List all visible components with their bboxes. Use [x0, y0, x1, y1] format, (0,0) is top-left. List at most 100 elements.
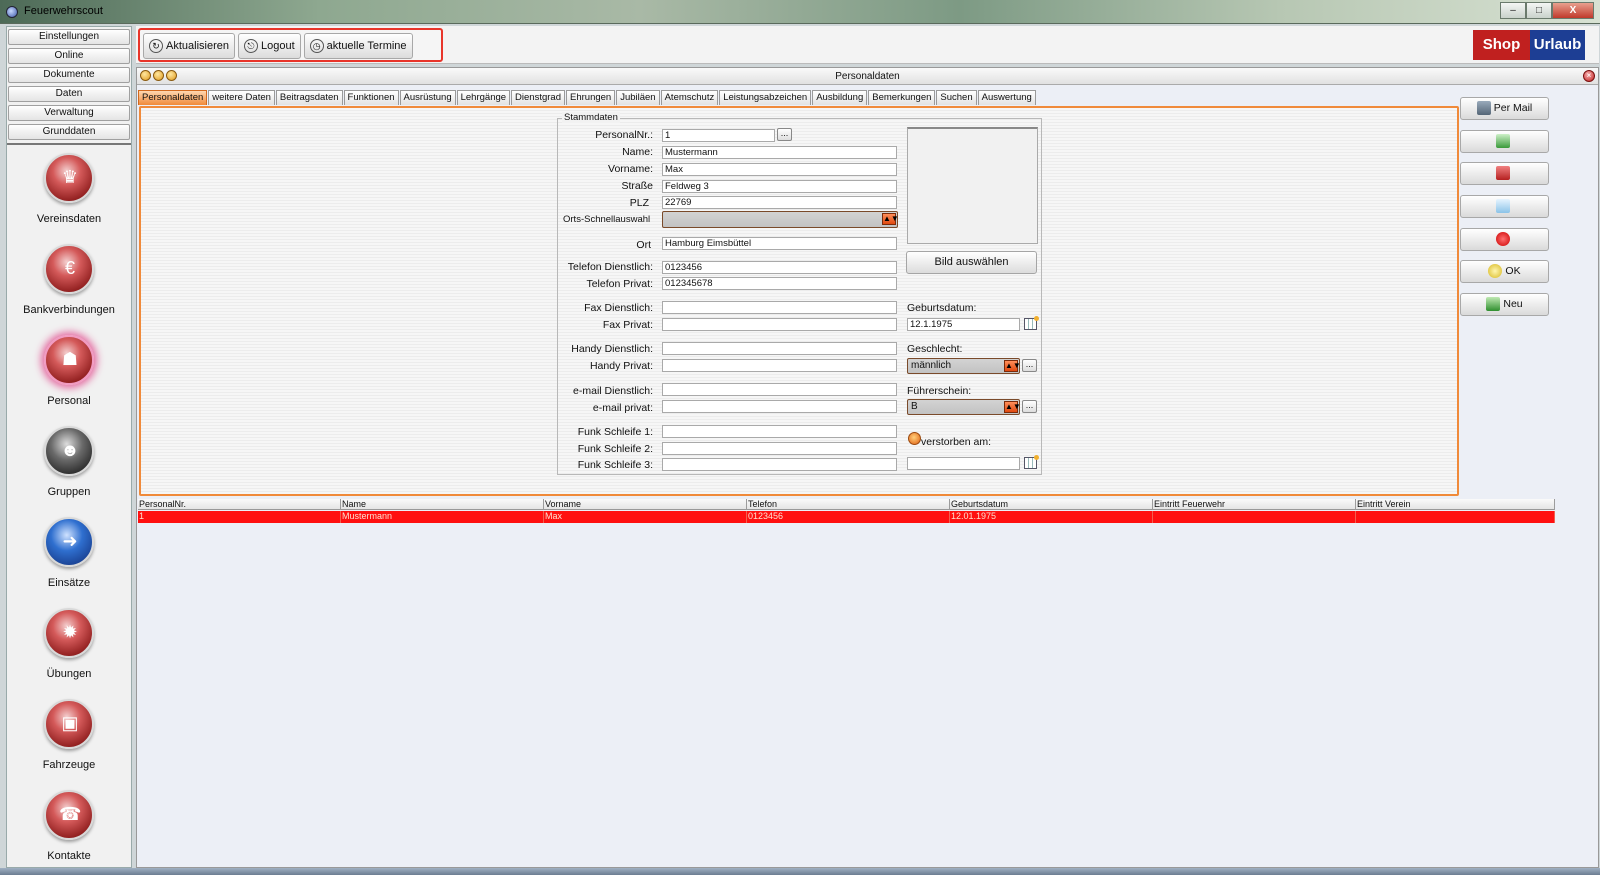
email-privat-field[interactable] [662, 400, 897, 413]
tab-ehrungen[interactable]: Ehrungen [566, 90, 616, 105]
name-field[interactable] [662, 146, 897, 159]
urlaub-logo[interactable]: Urlaub [1530, 30, 1585, 60]
panel-back-icon[interactable] [140, 70, 151, 81]
calendar-icon[interactable] [1024, 455, 1039, 469]
tab-weitere-daten[interactable]: weitere Daten [208, 90, 275, 105]
geburtsdatum-field[interactable] [907, 318, 1020, 331]
personalnr-field[interactable] [662, 129, 775, 142]
new-button[interactable]: Neu [1460, 293, 1549, 316]
tab-atemschutz[interactable]: Atemschutz [660, 90, 719, 105]
module-kontakte[interactable]: ☎ Kontakte [7, 782, 131, 873]
shop-logo[interactable]: Shop [1473, 30, 1530, 60]
column-header[interactable]: Geburtsdatum [950, 499, 1153, 510]
shop-urlaub-banner[interactable]: Shop Urlaub [1473, 30, 1585, 60]
module-personal[interactable]: ☗ Personal [7, 327, 131, 418]
tab-suchen[interactable]: Suchen [936, 90, 977, 105]
module-list: ♛ Vereinsdaten € Bankverbindungen ☗ Pers… [7, 143, 131, 873]
module-label: Übungen [46, 668, 92, 680]
chevron-down-icon: ▲▼ [882, 213, 899, 225]
geschlecht-more-button[interactable]: ... [1022, 359, 1037, 372]
minimize-button[interactable]: – [1500, 2, 1526, 19]
tab-ausruestung[interactable]: Ausrüstung [399, 90, 456, 105]
telefon-privat-label: Telefon Privat: [586, 278, 653, 290]
email-dienstlich-field[interactable] [662, 383, 897, 396]
menu-verwaltung[interactable]: Verwaltung [8, 105, 130, 121]
orts-schnellauswahl-label: Orts-Schnellauswahl [563, 214, 651, 225]
fuehrerschein-select[interactable]: B ▲▼ [907, 399, 1021, 415]
verstorben-field[interactable] [907, 457, 1020, 470]
panel-forward-icon[interactable] [153, 70, 164, 81]
funk-schleife-2-field[interactable] [662, 442, 897, 455]
funk-schleife-3-field[interactable] [662, 458, 897, 471]
column-header[interactable]: PersonalNr. [138, 499, 341, 510]
geschlecht-select[interactable]: männlich ▲▼ [907, 358, 1021, 374]
pick-image-button[interactable]: Bild auswählen [906, 251, 1037, 274]
handy-privat-field[interactable] [662, 359, 897, 372]
personalnr-lookup-button[interactable]: ... [777, 128, 792, 141]
telefon-privat-field[interactable] [662, 277, 897, 290]
module-gruppen[interactable]: ☻ Gruppen [7, 418, 131, 509]
module-uebungen[interactable]: ✹ Übungen [7, 600, 131, 691]
refresh-label: Aktualisieren [166, 40, 229, 52]
tab-lehrgaenge[interactable]: Lehrgänge [456, 90, 511, 105]
logout-label: Logout [260, 40, 295, 52]
menu-grunddaten[interactable]: Grunddaten [8, 124, 130, 140]
module-vereinsdaten[interactable]: ♛ Vereinsdaten [7, 145, 131, 236]
vorname-label: Vorname: [608, 163, 653, 175]
maximize-button[interactable]: □ [1526, 2, 1552, 19]
tab-jubilaeen[interactable]: Jubiläen [616, 90, 660, 105]
table-row[interactable]: 1 Mustermann Max 0123456 12.01.1975 [138, 511, 1555, 523]
column-header[interactable]: Telefon [747, 499, 950, 510]
vorname-field[interactable] [662, 163, 897, 176]
delete-button[interactable] [1460, 195, 1549, 218]
tab-auswertung[interactable]: Auswertung [977, 90, 1036, 105]
tab-leistungsabzeichen[interactable]: Leistungsabzeichen [719, 90, 812, 105]
module-bankverbindungen[interactable]: € Bankverbindungen [7, 236, 131, 327]
tab-ausbildung[interactable]: Ausbildung [812, 90, 868, 105]
tab-dienstgrad[interactable]: Dienstgrad [511, 90, 565, 105]
strasse-field[interactable] [662, 180, 897, 193]
panel-minimize-icon[interactable] [166, 70, 177, 81]
fuehrerschein-label: Führerschein: [907, 385, 972, 397]
module-fahrzeuge[interactable]: ▣ Fahrzeuge [7, 691, 131, 782]
fax-dienstlich-field[interactable] [662, 301, 897, 314]
panel-close-icon[interactable]: × [1583, 70, 1595, 82]
handy-dienstlich-field[interactable] [662, 342, 897, 355]
ort-field[interactable] [662, 237, 897, 250]
ok-button[interactable]: OK [1460, 260, 1549, 283]
column-header[interactable]: Eintritt Verein [1356, 499, 1555, 510]
module-einsaetze[interactable]: ➜ Einsätze [7, 509, 131, 600]
toolbar-button-group: ↻ Aktualisieren ⎋ Logout ◷ aktuelle Term… [138, 28, 443, 62]
column-header[interactable]: Name [341, 499, 544, 510]
per-mail-label: Per Mail [1493, 102, 1533, 114]
fax-privat-field[interactable] [662, 318, 897, 331]
menu-einstellungen[interactable]: Einstellungen [8, 29, 130, 45]
funk-schleife-1-field[interactable] [662, 425, 897, 438]
tab-personaldaten[interactable]: Personaldaten [138, 90, 208, 105]
column-header[interactable]: Eintritt Feuerwehr [1153, 499, 1356, 510]
close-window-button[interactable]: X [1552, 2, 1594, 19]
deceased-checkbox[interactable] [908, 432, 921, 445]
menu-daten[interactable]: Daten [8, 86, 130, 102]
per-mail-button[interactable]: Per Mail [1460, 97, 1549, 120]
menu-online[interactable]: Online [8, 48, 130, 64]
module-label: Bankverbindungen [23, 304, 115, 316]
cancel-button[interactable] [1460, 228, 1549, 251]
calendar-icon[interactable] [1024, 316, 1039, 330]
tab-funktionen[interactable]: Funktionen [343, 90, 399, 105]
refresh-button[interactable]: ↻ Aktualisieren [143, 33, 235, 59]
menu-dokumente[interactable]: Dokumente [8, 67, 130, 83]
personal-table: PersonalNr. Name Vorname Telefon Geburts… [137, 499, 1556, 867]
tab-beitragsdaten[interactable]: Beitragsdaten [275, 90, 343, 105]
panel-title: Personaldaten [835, 71, 900, 82]
orts-schnellauswahl-select[interactable]: ▲▼ [662, 211, 899, 228]
save-button[interactable] [1460, 162, 1549, 185]
tab-bemerkungen[interactable]: Bemerkungen [868, 90, 936, 105]
logout-button[interactable]: ⎋ Logout [237, 33, 301, 59]
telefon-dienstlich-field[interactable] [662, 261, 897, 274]
appointments-button[interactable]: ◷ aktuelle Termine [303, 33, 413, 59]
plz-field[interactable] [662, 196, 897, 209]
print-button[interactable] [1460, 130, 1549, 153]
fuehrerschein-more-button[interactable]: ... [1022, 400, 1037, 413]
column-header[interactable]: Vorname [544, 499, 747, 510]
